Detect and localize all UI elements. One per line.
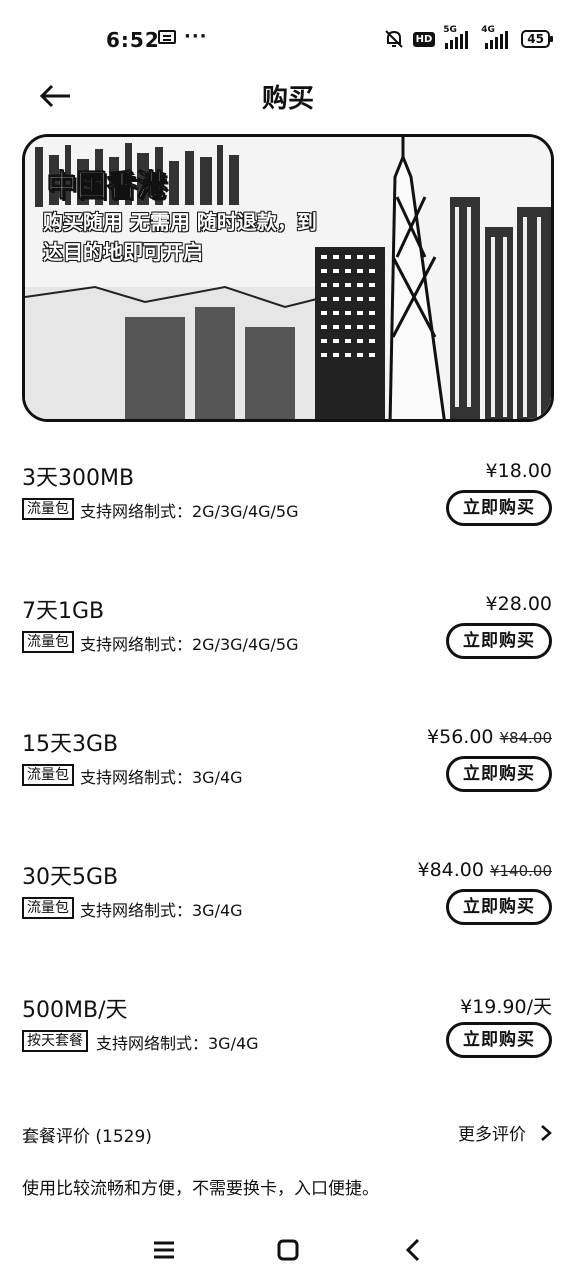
price: ¥84.00 ¥140.00 — [417, 859, 552, 881]
price: ¥56.00 ¥84.00 — [427, 726, 552, 748]
buy-now-button[interactable]: 立即购买 — [446, 490, 552, 526]
current-price: ¥19.90/天 — [460, 996, 552, 1018]
plan-item: 500MB/天 ¥19.90/天 按天套餐 支持网络制式：3G/4G 立即购买 — [0, 992, 576, 1092]
home-icon — [277, 1239, 299, 1261]
destination-banner: 中国香港 购买随用 无需用 随时退款，到达目的地即可开启 — [22, 134, 554, 422]
plan-name: 500MB/天 — [22, 998, 128, 1023]
network-support: 支持网络制式：2G/3G/4G/5G — [80, 502, 299, 521]
network-support: 支持网络制式：3G/4G — [80, 768, 243, 787]
plan-name: 3天300MB — [22, 466, 135, 491]
buy-now-button[interactable]: 立即购买 — [446, 756, 552, 792]
more-dots-icon: ··· — [184, 26, 208, 47]
plan-item: 30天5GB ¥84.00 ¥140.00 流量包 支持网络制式：3G/4G 立… — [0, 859, 576, 959]
signal-5g-icon: 5G — [443, 25, 473, 49]
review-text: 使用比较流畅和方便，不需要换卡，入口便捷。 — [22, 1179, 379, 1199]
home-button[interactable] — [270, 1232, 306, 1268]
system-back-button[interactable] — [396, 1232, 432, 1268]
hd-badge: HD — [412, 31, 436, 47]
status-time: 6:52 — [106, 28, 160, 52]
reviews-header: 套餐评价 (1529) — [22, 1127, 152, 1147]
page-header: 购买 — [0, 72, 576, 122]
current-price: ¥84.00 — [417, 859, 484, 881]
original-price: ¥84.00 — [499, 729, 553, 747]
original-price: ¥140.00 — [489, 862, 552, 880]
buy-now-button[interactable]: 立即购买 — [446, 1022, 552, 1058]
signal-5g-label: 5G — [443, 25, 457, 35]
plan-item: 3天300MB ¥18.00 流量包 支持网络制式：2G/3G/4G/5G 立即… — [0, 460, 576, 560]
current-price: ¥56.00 — [427, 726, 494, 748]
menu-icon — [154, 1241, 174, 1259]
plan-item: 15天3GB ¥56.00 ¥84.00 流量包 支持网络制式：3G/4G 立即… — [0, 726, 576, 826]
plan-tag: 按天套餐 — [22, 1030, 88, 1052]
current-price: ¥28.00 — [485, 593, 552, 615]
price: ¥28.00 — [486, 593, 552, 615]
message-icon — [158, 30, 176, 44]
signal-4g-icon: 4G — [481, 25, 513, 49]
plan-name: 7天1GB — [22, 599, 105, 624]
buy-now-button[interactable]: 立即购买 — [446, 889, 552, 925]
network-support: 支持网络制式：3G/4G — [96, 1034, 259, 1053]
status-left-icons: ··· — [158, 26, 208, 47]
more-reviews-label: 更多评价 — [458, 1125, 526, 1145]
page-title: 购买 — [261, 84, 314, 114]
mute-bell-icon — [383, 28, 405, 50]
system-nav-bar — [0, 1220, 576, 1280]
current-price: ¥18.00 — [485, 460, 552, 482]
chevron-right-icon — [541, 1124, 552, 1141]
signal-4g-label: 4G — [481, 25, 495, 35]
battery-icon: 45 — [521, 30, 553, 48]
plan-tag: 流量包 — [22, 897, 74, 919]
plan-tag: 流量包 — [22, 498, 74, 520]
status-right-icons: HD 5G 4G 45 — [383, 25, 553, 50]
plan-tag: 流量包 — [22, 764, 74, 786]
plan-name: 15天3GB — [22, 732, 119, 757]
menu-button[interactable] — [146, 1232, 182, 1268]
back-icon — [405, 1238, 420, 1262]
price: ¥18.00 — [486, 460, 552, 482]
status-bar: 6:52 ··· HD 5G 4G 45 — [0, 0, 576, 80]
plan-item: 7天1GB ¥28.00 流量包 支持网络制式：2G/3G/4G/5G 立即购买 — [0, 593, 576, 693]
network-support: 支持网络制式：2G/3G/4G/5G — [80, 635, 299, 654]
network-support: 支持网络制式：3G/4G — [80, 901, 243, 920]
buy-now-button[interactable]: 立即购买 — [446, 623, 552, 659]
plan-tag: 流量包 — [22, 631, 74, 653]
banner-subtitle: 购买随用 无需用 随时退款，到达目的地即可开启 — [43, 210, 317, 264]
banner-title: 中国香港 — [47, 169, 168, 205]
price: ¥19.90/天 — [460, 992, 552, 1019]
plan-name: 30天5GB — [22, 865, 119, 890]
more-reviews-link[interactable]: 更多评价 — [458, 1120, 552, 1145]
